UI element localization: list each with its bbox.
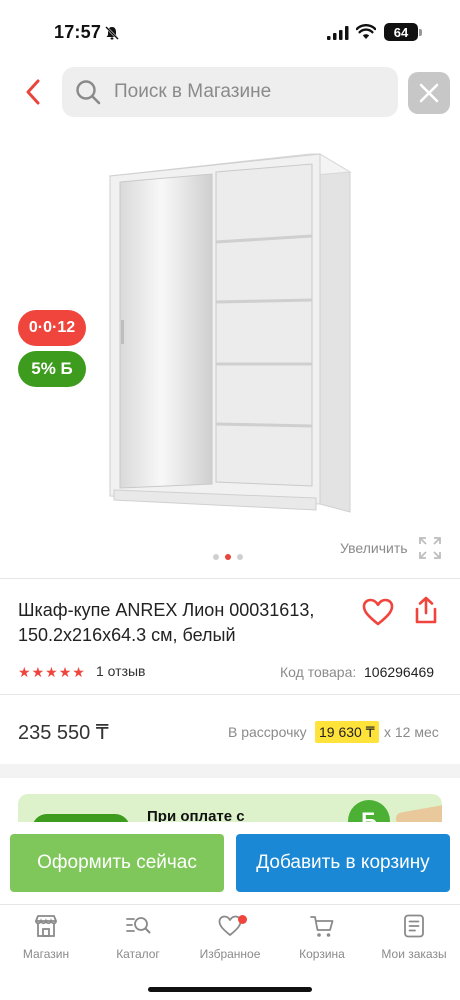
- search-placeholder: Поиск в Магазине: [114, 81, 272, 102]
- rating-stars[interactable]: ★ ★ ★ ★ ★: [18, 664, 85, 680]
- home-indicator[interactable]: [148, 987, 312, 992]
- tab-label: Корзина: [299, 947, 345, 961]
- zoom-label[interactable]: Увеличить: [340, 540, 408, 556]
- bonus-badge-text: 5% Б: [31, 359, 73, 378]
- tab-cart[interactable]: Корзина: [276, 913, 368, 969]
- battery-level: 64: [393, 24, 409, 40]
- action-bar: Оформить сейчас Добавить в корзину: [0, 822, 460, 904]
- divider: [0, 578, 460, 579]
- installment-label: В рассрочку: [228, 724, 307, 740]
- tab-catalog[interactable]: Каталог: [92, 913, 184, 969]
- product-title: Шкаф-купе ANREX Лион 00031613, 150.2x216…: [18, 600, 315, 645]
- product-image[interactable]: [100, 150, 360, 518]
- close-icon: [419, 83, 439, 103]
- shop-icon: [35, 915, 57, 937]
- gallery-dot-active[interactable]: [225, 554, 231, 560]
- expand-icon[interactable]: [418, 536, 442, 560]
- bonus-badge: 5% Б: [18, 351, 86, 387]
- heart-icon[interactable]: [361, 597, 395, 627]
- installment-term: x 12 мес: [384, 724, 439, 740]
- product-price: 235 550 ₸: [18, 722, 109, 744]
- close-search-button[interactable]: [408, 72, 450, 114]
- star-icon: ★: [72, 664, 85, 680]
- review-count-link[interactable]: 1 отзыв: [96, 663, 146, 679]
- status-bar: 17:57 64: [0, 0, 460, 60]
- star-icon: ★: [58, 664, 72, 680]
- wifi-icon: [356, 24, 376, 39]
- star-icon: ★: [31, 664, 45, 680]
- add-to-cart-button[interactable]: Добавить в корзину: [236, 834, 450, 892]
- back-button[interactable]: [18, 76, 48, 108]
- star-icon: ★: [45, 664, 58, 680]
- catalog-search-icon: [126, 917, 151, 934]
- status-time: 17:57: [54, 22, 102, 42]
- gallery-dot[interactable]: [213, 554, 219, 560]
- sku-label: Код товара:: [280, 664, 357, 680]
- tab-label: Каталог: [116, 947, 160, 961]
- battery-indicator: 64: [384, 23, 418, 41]
- divider: [0, 694, 460, 695]
- tab-shop[interactable]: Магазин: [0, 913, 92, 969]
- installment-amount[interactable]: 19 630 ₸: [315, 721, 379, 743]
- chevron-left-icon: [26, 79, 40, 105]
- tab-bar: Магазин Каталог Избранное Корзина Мои за…: [0, 904, 460, 1000]
- cart-icon: [310, 916, 334, 937]
- search-input[interactable]: Поиск в Магазине: [62, 67, 398, 117]
- orders-icon: [404, 914, 424, 938]
- section-separator: [0, 764, 460, 778]
- installment-badge: 0·0·12: [18, 310, 86, 346]
- buy-now-button[interactable]: Оформить сейчас: [10, 834, 224, 892]
- tab-label: Мои заказы: [381, 947, 447, 961]
- cell-signal-icon: [327, 26, 349, 40]
- search-icon: [76, 80, 101, 105]
- tab-label: Избранное: [199, 947, 261, 961]
- star-icon: ★: [18, 664, 31, 680]
- gallery-dot[interactable]: [237, 554, 243, 560]
- share-icon[interactable]: [412, 595, 440, 625]
- battery-tip: [419, 29, 422, 36]
- notification-dot: [238, 915, 247, 924]
- tab-favorites[interactable]: Избранное: [184, 913, 276, 969]
- tab-orders[interactable]: Мои заказы: [368, 913, 460, 969]
- bell-off-icon: [105, 26, 119, 40]
- sku-value: 106296469: [364, 664, 435, 680]
- installment-badge-text: 0·0·12: [28, 319, 76, 336]
- gallery-pagination: [213, 554, 243, 560]
- tab-label: Магазин: [22, 947, 70, 961]
